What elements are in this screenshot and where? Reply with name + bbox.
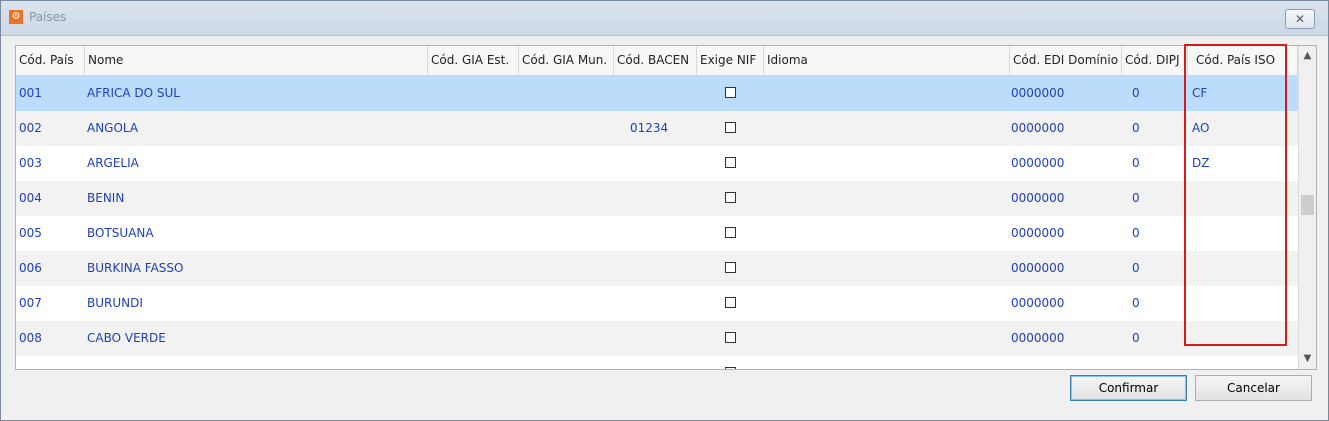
- cell-dipj: 0: [1132, 86, 1140, 100]
- cell-pais-iso: AO: [1192, 121, 1210, 135]
- table-row[interactable]: 001 AFRICA DO SUL 0000000 0 CF: [16, 76, 1298, 111]
- cell-edi-dominio: 0000000: [1011, 296, 1065, 310]
- col-header-cod-pais[interactable]: Cód. País: [16, 46, 85, 75]
- cell-dipj: 0: [1132, 226, 1140, 240]
- title-bar[interactable]: ⚙ Países ✕: [1, 1, 1328, 36]
- col-header-exige-nif[interactable]: Exige NIF: [697, 46, 764, 75]
- cancel-button[interactable]: Cancelar: [1195, 375, 1312, 401]
- cell-edi-dominio: 0000000: [1011, 121, 1065, 135]
- cell-cod-pais: 001: [19, 86, 42, 100]
- cell-cod-pais: 007: [19, 296, 42, 310]
- cell-edi-dominio: 0000000: [1011, 156, 1065, 170]
- cell-bacen: [614, 146, 697, 181]
- cell-edi-dominio: 0000000: [1011, 261, 1065, 275]
- table-row[interactable]: 002 ANGOLA 01234 0000000 0 AO: [16, 111, 1298, 146]
- exige-nif-checkbox[interactable]: [725, 262, 736, 273]
- cell-dipj: 0: [1132, 191, 1140, 205]
- col-header-dipj[interactable]: Cód. DIPJ: [1122, 46, 1188, 75]
- cell-dipj: 0: [1132, 261, 1140, 275]
- close-button[interactable]: ✕: [1285, 9, 1315, 29]
- cell-nome: BURKINA FASSO: [87, 261, 184, 275]
- cell-nome: CABO VERDE: [87, 331, 166, 345]
- cell-bacen: [614, 76, 697, 111]
- col-header-gia-mun[interactable]: Cód. GIA Mun.: [519, 46, 614, 75]
- col-header-pais-iso[interactable]: Cód. País ISO: [1188, 46, 1298, 75]
- paises-window: ⚙ Países ✕ Cód. País Nome Cód. GIA Est. …: [0, 0, 1329, 421]
- cell-pais-iso: DZ: [1192, 156, 1210, 170]
- exige-nif-checkbox[interactable]: [725, 332, 736, 343]
- cell-nome: AFRICA DO SUL: [87, 86, 180, 100]
- grid-header: Cód. País Nome Cód. GIA Est. Cód. GIA Mu…: [16, 46, 1298, 76]
- vertical-scrollbar[interactable]: ▲ ▼: [1298, 46, 1316, 369]
- table-row[interactable]: 006 BURKINA FASSO 0000000 0: [16, 251, 1298, 286]
- table-row[interactable]: 004 BENIN 0000000 0: [16, 181, 1298, 216]
- exige-nif-checkbox[interactable]: [725, 367, 736, 369]
- exige-nif-checkbox[interactable]: [725, 157, 736, 168]
- cell-cod-pais: 002: [19, 121, 42, 135]
- table-row[interactable]: 003 ARGELIA 0000000 0 DZ: [16, 146, 1298, 181]
- scroll-thumb[interactable]: [1301, 195, 1314, 215]
- scroll-down-icon[interactable]: ▼: [1299, 349, 1316, 369]
- cell-cod-pais: ···: [16, 356, 85, 369]
- table-row[interactable]: 005 BOTSUANA 0000000 0: [16, 216, 1298, 251]
- col-header-gia-est[interactable]: Cód. GIA Est.: [428, 46, 519, 75]
- cell-bacen: [614, 321, 697, 356]
- cell-bacen: [614, 216, 697, 251]
- cell-dipj: 0: [1132, 121, 1140, 135]
- cell-pais-iso: [1188, 181, 1298, 216]
- cell-cod-pais: 003: [19, 156, 42, 170]
- cell-pais-iso: [1188, 286, 1298, 321]
- cell-cod-pais: 006: [19, 261, 42, 275]
- cell-cod-pais: 008: [19, 331, 42, 345]
- cell-edi-dominio: 0000000: [1011, 86, 1065, 100]
- exige-nif-checkbox[interactable]: [725, 87, 736, 98]
- cell-pais-iso: [1188, 321, 1298, 356]
- col-header-nome[interactable]: Nome: [85, 46, 428, 75]
- table-row-partial[interactable]: ···: [16, 356, 1298, 369]
- cell-edi-dominio: 0000000: [1011, 191, 1065, 205]
- table-row[interactable]: 007 BURUNDI 0000000 0: [16, 286, 1298, 321]
- cell-nome: BENIN: [87, 191, 125, 205]
- cell-dipj: 0: [1132, 331, 1140, 345]
- col-header-edi-dominio[interactable]: Cód. EDI Domínio: [1010, 46, 1122, 75]
- countries-grid[interactable]: Cód. País Nome Cód. GIA Est. Cód. GIA Mu…: [15, 45, 1317, 370]
- cell-pais-iso: [1188, 251, 1298, 286]
- cell-bacen: 01234: [630, 121, 669, 135]
- cell-nome: ARGELIA: [87, 156, 139, 170]
- cell-pais-iso: [1188, 216, 1298, 251]
- cell-nome: ANGOLA: [87, 121, 139, 135]
- col-header-bacen[interactable]: Cód. BACEN: [614, 46, 697, 75]
- cell-bacen: [614, 251, 697, 286]
- cell-nome: BURUNDI: [87, 296, 143, 310]
- confirm-button[interactable]: Confirmar: [1070, 375, 1187, 401]
- cell-dipj: 0: [1132, 296, 1140, 310]
- cell-cod-pais: 005: [19, 226, 42, 240]
- window-title: Países: [29, 10, 67, 24]
- table-row[interactable]: 008 CABO VERDE 0000000 0: [16, 321, 1298, 356]
- cell-nome: BOTSUANA: [87, 226, 154, 240]
- exige-nif-checkbox[interactable]: [725, 297, 736, 308]
- cell-cod-pais: 004: [19, 191, 42, 205]
- cell-dipj: 0: [1132, 156, 1140, 170]
- exige-nif-checkbox[interactable]: [725, 227, 736, 238]
- col-header-idioma[interactable]: Idioma: [764, 46, 1010, 75]
- cell-bacen: [614, 286, 697, 321]
- cell-edi-dominio: 0000000: [1011, 331, 1065, 345]
- scroll-up-icon[interactable]: ▲: [1299, 46, 1316, 66]
- exige-nif-checkbox[interactable]: [725, 122, 736, 133]
- cell-edi-dominio: 0000000: [1011, 226, 1065, 240]
- cell-bacen: [614, 181, 697, 216]
- cell-pais-iso: CF: [1192, 86, 1208, 100]
- app-icon: ⚙: [9, 10, 23, 24]
- exige-nif-checkbox[interactable]: [725, 192, 736, 203]
